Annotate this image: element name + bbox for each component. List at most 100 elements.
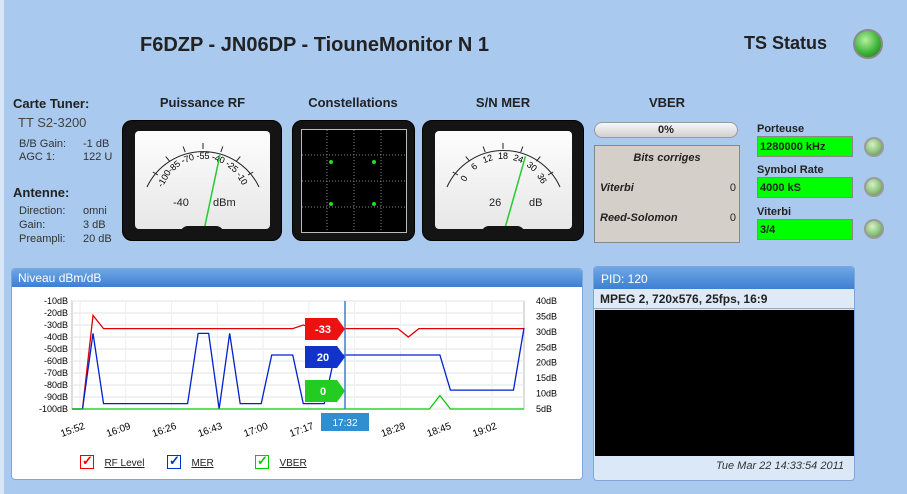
- dial-tick-label: -55: [196, 151, 209, 161]
- constellation-heading: Constellations: [308, 95, 398, 110]
- y-right-tick-label: 15dB: [536, 373, 557, 383]
- stream-info: MPEG 2, 720x576, 25fps, 16:9: [594, 289, 854, 309]
- dial-tick-label: 18: [498, 151, 508, 161]
- tuner-heading: Carte Tuner:: [13, 96, 90, 111]
- ts-status-led-icon: [853, 29, 883, 59]
- y-right-tick-label: 40dB: [536, 296, 557, 306]
- dial-tick-label: -10: [234, 170, 249, 186]
- vber-checkbox[interactable]: [255, 453, 269, 469]
- svg-text:17:32: 17:32: [332, 418, 357, 429]
- constellation-point: [329, 160, 333, 164]
- y-left-tick-label: -50dB: [44, 344, 68, 354]
- dial-tick-label: 30: [525, 159, 539, 173]
- antenna-gain-label: Gain:: [19, 219, 46, 231]
- x-tick-label: 18:45: [425, 421, 453, 440]
- svg-text:-33: -33: [315, 324, 331, 336]
- y-left-tick-label: -20dB: [44, 308, 68, 318]
- y-right-tick-label: 25dB: [536, 342, 557, 352]
- agc-value: 122 U: [83, 151, 113, 163]
- chart-panel-title: Niveau dBm/dB: [12, 269, 582, 287]
- x-tick-label: 15:52: [59, 421, 87, 440]
- vber-heading: VBER: [648, 95, 686, 110]
- mer-unit: dB: [529, 197, 543, 209]
- viterbi-row: Viterbi 0: [600, 182, 736, 194]
- mer-meter: 0 6 12 18 24 30 36 26 dB: [422, 120, 584, 241]
- y-left-tick-label: -40dB: [44, 332, 68, 342]
- vber-progress-bar: 0%: [594, 122, 738, 138]
- viterbi-count: 0: [729, 182, 736, 194]
- vber-legend-label: VBER: [279, 458, 307, 469]
- page-title: F6DZP - JN06DP - TiouneMonitor N 1: [140, 34, 489, 56]
- bits-title: Bits corriges: [633, 152, 701, 164]
- reed-solomon-label: Reed-Solomon: [600, 212, 678, 224]
- cursor-time-label: 17:32: [321, 413, 369, 431]
- viterbi-rate-label: Viterbi: [757, 206, 792, 218]
- reed-solomon-row: Reed-Solomon 0: [600, 212, 736, 224]
- dial-tick-label: 0: [458, 174, 469, 183]
- legend-vber[interactable]: VBER: [255, 453, 307, 471]
- legend-mer[interactable]: MER: [167, 453, 214, 471]
- porteuse-led-icon: [864, 137, 884, 157]
- rf-power-meter: -100-85-70-55-40-25-10 -40 dBm: [122, 120, 282, 241]
- level-chart[interactable]: -10dB -20dB -30dB -40dB -50dB -60dB -70dB -80dB…: [12, 287, 582, 479]
- y-left-tick-label: -30dB: [44, 320, 68, 330]
- constellation-point: [372, 160, 376, 164]
- mer-needle: [502, 156, 527, 236]
- symbol-rate-value: 4000 kS: [757, 177, 853, 198]
- y-right-tick-label: 30dB: [536, 327, 557, 337]
- agc-label: AGC 1:: [19, 151, 56, 163]
- rf-meter-dial: -100-85-70-55-40-25-10: [146, 143, 260, 236]
- pid-panel: PID: 120 MPEG 2, 720x576, 25fps, 16:9 Tu…: [593, 266, 855, 481]
- antenna-heading: Antenne:: [13, 185, 70, 200]
- dial-tick-label: -25: [224, 159, 240, 175]
- mer-meter-heading: S/N MER: [475, 95, 531, 110]
- preampli-value: 20 dB: [83, 233, 112, 245]
- porteuse-label: Porteuse: [757, 123, 805, 135]
- viterbi-rate-led-icon: [864, 219, 884, 239]
- y-right-tick-label: 5dB: [536, 404, 552, 414]
- x-tick-label: 19:02: [471, 421, 499, 440]
- svg-text:0: 0: [320, 386, 326, 398]
- rf-needle: [202, 153, 221, 236]
- mer-meter-dial: 0612 18 243036: [446, 143, 561, 236]
- marker-mer: 20: [305, 346, 345, 368]
- preampli-label: Preampli:: [19, 233, 66, 245]
- x-tick-label: 16:26: [151, 421, 179, 440]
- y-right-tick-label: 20dB: [536, 358, 557, 368]
- dial-tick-label: 6: [469, 161, 479, 172]
- x-tick-label: 16:09: [105, 421, 133, 440]
- constellation-point: [372, 202, 376, 206]
- y-right-tick-label: 10dB: [536, 389, 557, 399]
- bits-corriges-box: Bits corriges Viterbi 0 Reed-Solomon 0: [594, 145, 740, 243]
- rf-meter-heading: Puissance RF: [159, 95, 246, 110]
- tuner-model: TT S2-3200: [18, 115, 87, 130]
- x-tick-label: 16:43: [197, 421, 225, 440]
- ts-status-label: TS Status: [744, 33, 828, 53]
- rf-value: -40: [173, 197, 189, 209]
- marker-vber: 0: [305, 380, 345, 402]
- rf-unit: dBm: [213, 197, 236, 209]
- rf-level-legend-label: RF Level: [104, 458, 145, 469]
- symbol-rate-label: Symbol Rate: [757, 164, 824, 176]
- porteuse-value: 1280000 kHz: [757, 136, 853, 157]
- y-right-tick-label: 35dB: [536, 311, 557, 321]
- mer-legend-label: MER: [191, 458, 214, 469]
- video-preview[interactable]: [595, 310, 854, 456]
- direction-value: omni: [83, 205, 107, 217]
- level-chart-panel: Niveau dBm/dB -10dB -20dB -30dB -40dB -50dB -…: [11, 268, 583, 480]
- constellation-point: [329, 202, 333, 206]
- direction-label: Direction:: [19, 205, 66, 217]
- dial-tick-label: 12: [481, 152, 494, 165]
- y-left-tick-label: -90dB: [44, 392, 68, 402]
- mer-checkbox[interactable]: [167, 453, 181, 469]
- antenna-gain-value: 3 dB: [83, 219, 106, 231]
- rf-level-checkbox[interactable]: [80, 453, 94, 469]
- viterbi-rate-value: 3/4: [757, 219, 853, 240]
- dial-tick-label: -70: [180, 152, 196, 166]
- legend-rf[interactable]: RF Level: [80, 453, 144, 471]
- x-tick-label: 18:28: [380, 421, 408, 440]
- constellation-display: [292, 120, 415, 241]
- reed-solomon-count: 0: [729, 212, 736, 224]
- window-edge: [0, 0, 4, 494]
- bb-gain-value: -1 dB: [83, 138, 110, 150]
